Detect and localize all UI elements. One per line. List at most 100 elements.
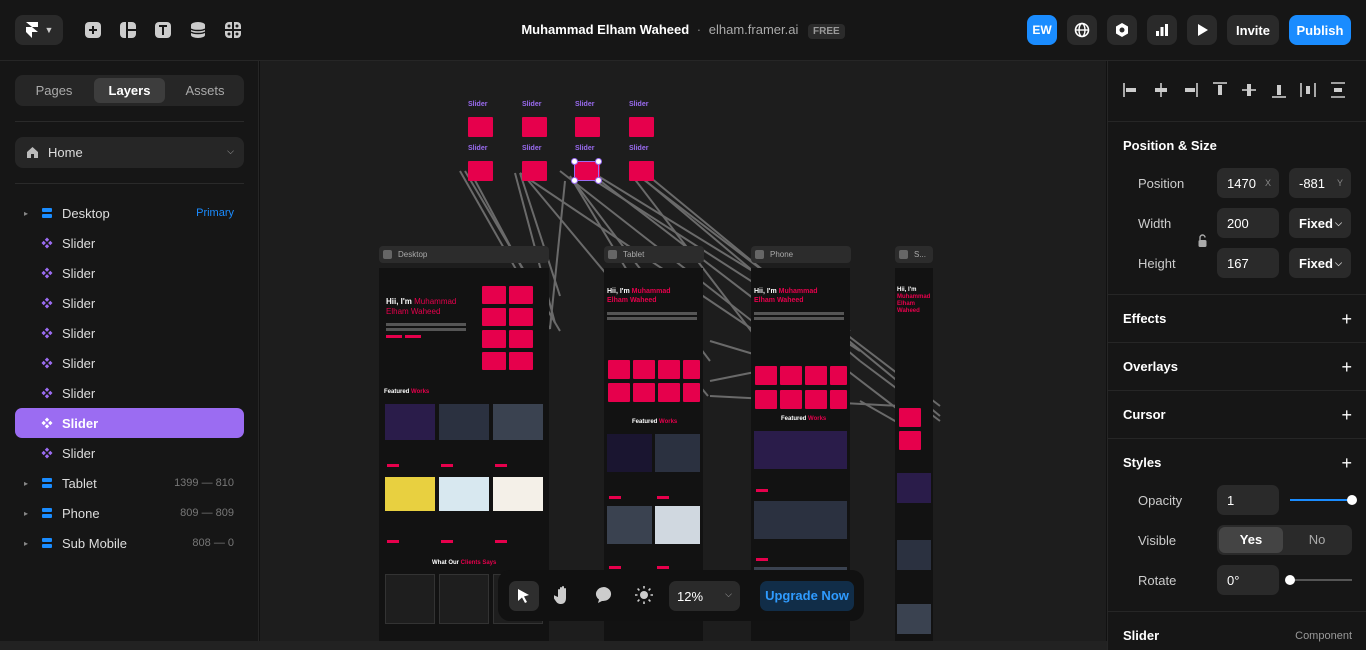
opacity-input[interactable]: 1: [1217, 485, 1279, 515]
settings-icon[interactable]: [1107, 15, 1137, 45]
frame-label-tablet[interactable]: Tablet: [604, 246, 704, 263]
properties-panel: Position & Size Position 1470 X -881 Y W…: [1107, 61, 1366, 650]
align-top-icon[interactable]: [1212, 82, 1228, 98]
slider-component[interactable]: [468, 161, 493, 181]
layer-row[interactable]: Slider: [15, 258, 244, 288]
layer-row[interactable]: ▸ Sub Mobile 808 — 0: [15, 528, 244, 558]
component-icon: [41, 387, 53, 399]
opacity-slider-knob[interactable]: [1347, 495, 1357, 505]
canvas-toolbar: 12% ⌵ Upgrade Now: [498, 570, 864, 621]
position-x-input[interactable]: 1470 X: [1217, 168, 1279, 198]
comment-icon[interactable]: [595, 586, 613, 607]
expand-caret-icon[interactable]: ▸: [24, 479, 28, 488]
expand-caret-icon[interactable]: ▸: [24, 209, 28, 218]
zoom-select[interactable]: 12% ⌵: [669, 581, 740, 611]
layer-row[interactable]: Slider: [15, 288, 244, 318]
align-left-icon[interactable]: [1123, 82, 1139, 98]
pointer-icon[interactable]: [509, 581, 539, 611]
frame-label-desktop[interactable]: Desktop: [379, 246, 549, 263]
rotate-input[interactable]: 0°: [1217, 565, 1279, 595]
layer-row[interactable]: Slider: [15, 378, 244, 408]
component-title: Slider: [1123, 628, 1160, 643]
width-input[interactable]: 200: [1217, 208, 1279, 238]
layer-row[interactable]: ▸ Desktop Primary: [15, 198, 244, 228]
divider: [1108, 294, 1366, 295]
selection-outline[interactable]: [571, 158, 602, 184]
align-middle-v-icon[interactable]: [1241, 82, 1257, 98]
breakpoint-icon: [42, 478, 52, 488]
width-mode-select[interactable]: Fixed ⌵: [1289, 208, 1351, 238]
layer-label: Sub Mobile: [62, 535, 128, 551]
position-y-input[interactable]: -881 Y: [1289, 168, 1351, 198]
add-cursor-plus-icon[interactable]: +: [1341, 406, 1352, 424]
slider-component[interactable]: [522, 117, 547, 137]
layer-label: Slider: [62, 265, 96, 281]
rotate-slider-knob[interactable]: [1285, 575, 1295, 585]
slider-component[interactable]: [629, 161, 654, 181]
layer-row[interactable]: ▸ Phone 809 — 809: [15, 498, 244, 528]
upgrade-now-button[interactable]: Upgrade Now: [760, 581, 854, 611]
panel-tabs: Pages Layers Assets: [15, 75, 244, 106]
layer-row[interactable]: ▸ Tablet 1399 — 810: [15, 468, 244, 498]
align-center-h-icon[interactable]: [1153, 82, 1169, 98]
position-size-title: Position & Size: [1123, 138, 1217, 153]
breakpoint-icon: [42, 538, 52, 548]
visible-yes-option[interactable]: Yes: [1219, 527, 1283, 553]
expand-caret-icon[interactable]: ▸: [24, 539, 28, 548]
layer-row[interactable]: Slider: [15, 408, 244, 438]
layer-row[interactable]: Slider: [15, 318, 244, 348]
layer-row[interactable]: Slider: [15, 438, 244, 468]
component-icon: [41, 327, 53, 339]
tab-layers[interactable]: Layers: [94, 78, 165, 103]
expand-caret-icon[interactable]: ▸: [24, 509, 28, 518]
analytics-icon[interactable]: [1147, 15, 1177, 45]
height-input[interactable]: 167: [1217, 248, 1279, 278]
divider: [15, 183, 244, 184]
frame-label-phone[interactable]: Phone: [751, 246, 851, 263]
distribute-v-icon[interactable]: [1330, 82, 1346, 98]
project-owner: Muhammad Elham Waheed: [521, 22, 690, 37]
preview-play-icon[interactable]: [1187, 15, 1217, 45]
breakpoint-range: 1399 — 810: [174, 477, 234, 489]
layer-row[interactable]: Slider: [15, 348, 244, 378]
slider-label: Slider: [575, 101, 595, 108]
canvas[interactable]: Slider Slider Slider Slider Slider Slider Slid…: [260, 61, 1106, 641]
publish-button[interactable]: Publish: [1289, 15, 1351, 45]
distribute-h-icon[interactable]: [1300, 82, 1316, 98]
slider-component[interactable]: [468, 117, 493, 137]
visible-no-option[interactable]: No: [1285, 527, 1349, 553]
height-mode-select[interactable]: Fixed ⌵: [1289, 248, 1351, 278]
sub-mobile-frame[interactable]: Hii, I'm Muhammad Elham Waheed: [895, 268, 933, 641]
layer-label: Desktop: [62, 205, 110, 221]
lock-aspect-icon[interactable]: [1198, 234, 1207, 248]
slider-component[interactable]: [629, 117, 654, 137]
layer-label: Slider: [62, 235, 96, 251]
tab-pages[interactable]: Pages: [18, 78, 90, 103]
slider-label: Slider: [575, 145, 595, 152]
project-domain[interactable]: elham.framer.ai: [709, 22, 799, 37]
add-overlay-plus-icon[interactable]: +: [1341, 358, 1352, 376]
component-icon: [41, 237, 53, 249]
hand-icon[interactable]: [552, 585, 572, 608]
opacity-slider[interactable]: [1290, 493, 1357, 507]
theme-icon[interactable]: [635, 586, 653, 607]
align-right-icon[interactable]: [1182, 82, 1198, 98]
frame-label-sub-mobile[interactable]: S...: [895, 246, 933, 263]
slider-component[interactable]: [575, 117, 600, 137]
zoom-value: 12%: [677, 589, 704, 604]
component-icon: [41, 417, 53, 429]
tab-assets[interactable]: Assets: [169, 78, 241, 103]
layer-row[interactable]: Slider: [15, 228, 244, 258]
add-effect-plus-icon[interactable]: +: [1341, 310, 1352, 328]
slider-label: Slider: [629, 145, 649, 152]
invite-button[interactable]: Invite: [1227, 15, 1279, 45]
rotate-slider[interactable]: [1285, 573, 1352, 587]
avatar[interactable]: EW: [1027, 15, 1057, 45]
divider: [1108, 438, 1366, 439]
globe-icon[interactable]: [1067, 15, 1097, 45]
add-style-plus-icon[interactable]: +: [1341, 454, 1352, 472]
slider-component[interactable]: [522, 161, 547, 181]
page-select[interactable]: Home ⌵: [15, 137, 244, 168]
bottom-scrollbar[interactable]: [0, 641, 1107, 650]
align-bottom-icon[interactable]: [1271, 82, 1287, 98]
